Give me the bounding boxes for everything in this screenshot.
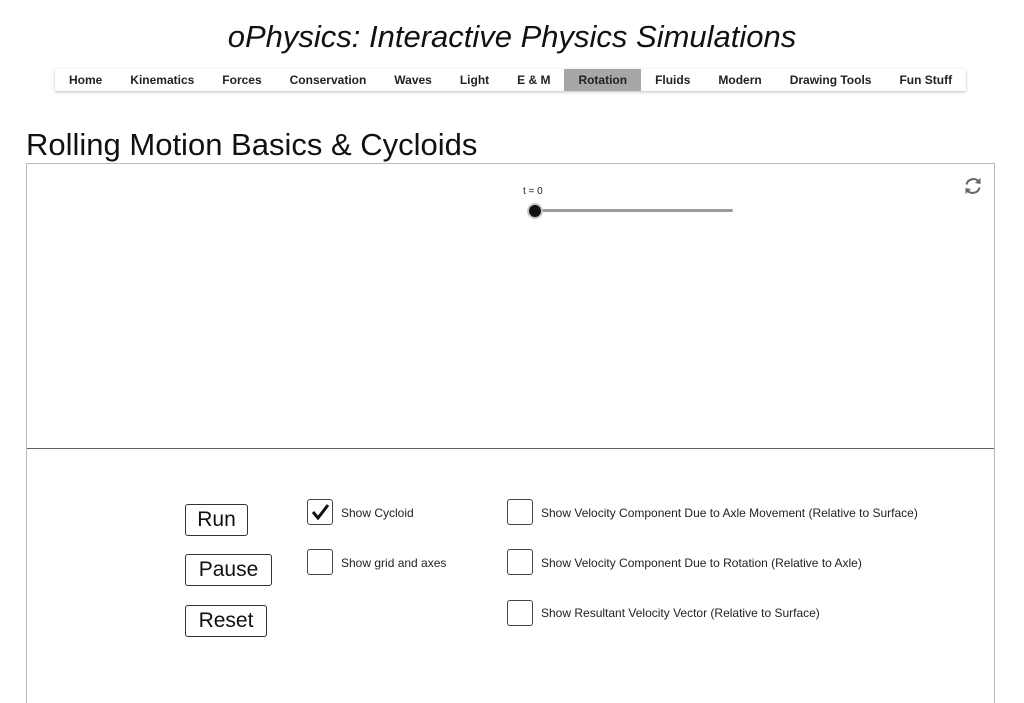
nav-forces[interactable]: Forces (208, 69, 275, 91)
nav-rotation[interactable]: Rotation (564, 69, 642, 91)
page-title: Rolling Motion Basics & Cycloids (26, 127, 478, 162)
nav-kinematics[interactable]: Kinematics (116, 69, 208, 91)
nav-conservation[interactable]: Conservation (276, 69, 381, 91)
graphics-view[interactable]: t = 0 (27, 164, 994, 448)
simulation-applet: t = 0 Run Pause Reset Show Cycloid Show … (26, 163, 995, 703)
run-button[interactable]: Run (185, 504, 248, 536)
velocity-rotation-checkbox[interactable] (507, 549, 533, 575)
show-cycloid-checkbox[interactable] (307, 499, 333, 525)
velocity-axle-label: Show Velocity Component Due to Axle Move… (541, 506, 918, 520)
main-nav: Home Kinematics Forces Conservation Wave… (55, 69, 966, 91)
nav-drawing-tools[interactable]: Drawing Tools (776, 69, 886, 91)
velocity-axle-checkbox[interactable] (507, 499, 533, 525)
nav-home[interactable]: Home (55, 69, 116, 91)
nav-fluids[interactable]: Fluids (641, 69, 704, 91)
refresh-icon[interactable] (962, 175, 984, 197)
show-grid-checkbox[interactable] (307, 549, 333, 575)
nav-light[interactable]: Light (446, 69, 503, 91)
time-slider-label: t = 0 (523, 186, 543, 197)
nav-e-and-m[interactable]: E & M (503, 69, 564, 91)
show-grid-label: Show grid and axes (341, 556, 447, 570)
time-slider-handle[interactable] (527, 203, 543, 219)
checkmark-icon (311, 504, 330, 521)
pause-button[interactable]: Pause (185, 554, 272, 586)
view-divider (27, 448, 994, 449)
nav-waves[interactable]: Waves (380, 69, 446, 91)
nav-modern[interactable]: Modern (704, 69, 775, 91)
show-cycloid-label: Show Cycloid (341, 506, 414, 520)
nav-fun-stuff[interactable]: Fun Stuff (885, 69, 966, 91)
time-slider-track[interactable] (537, 209, 733, 212)
velocity-resultant-label: Show Resultant Velocity Vector (Relative… (541, 606, 820, 620)
site-title: oPhysics: Interactive Physics Simulation… (227, 19, 797, 54)
reset-button[interactable]: Reset (185, 605, 267, 637)
velocity-resultant-checkbox[interactable] (507, 600, 533, 626)
velocity-rotation-label: Show Velocity Component Due to Rotation … (541, 556, 862, 570)
